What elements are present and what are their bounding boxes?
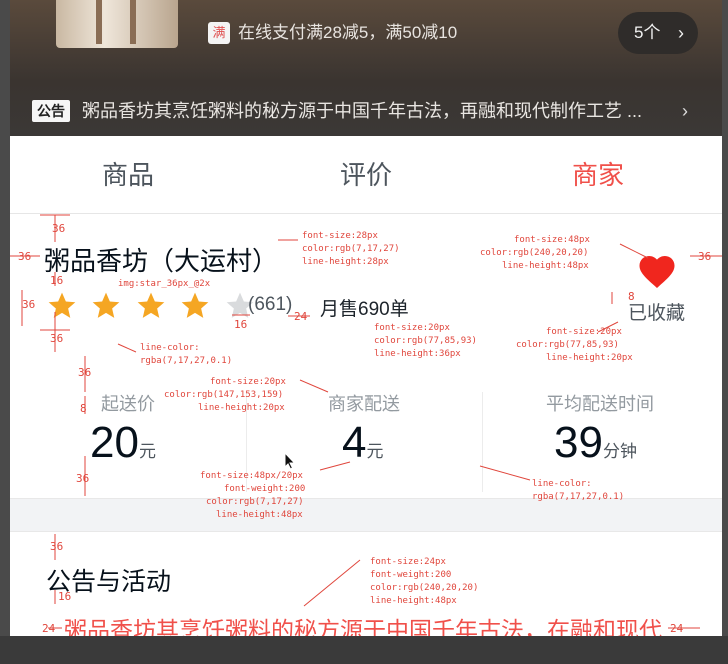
dimension-label: 8 xyxy=(80,402,87,415)
spec-rating: font-size:20px color:rgb(77,85,93) line-he… xyxy=(374,323,477,359)
dimension-label: 36 xyxy=(78,366,92,379)
dimension-label: 36 xyxy=(52,222,66,235)
stat-label: 平均配送时间 xyxy=(546,394,654,414)
stat-value: 20元 xyxy=(90,418,156,467)
promo-count-label: 5个 xyxy=(634,23,661,42)
seller-thumbnail xyxy=(56,0,178,48)
star-on-icon xyxy=(93,292,120,318)
dimension-label: 36 xyxy=(76,472,90,485)
star-on-icon xyxy=(48,292,76,318)
discount-icon: 满 xyxy=(208,22,230,44)
star-on-icon xyxy=(137,292,165,318)
dimension-label: 36 xyxy=(698,250,712,263)
dimension-label: 8 xyxy=(628,290,635,303)
spec-stat-label: font-size:20px color:rgb(147,153,159) line… xyxy=(164,377,286,413)
bottom-frame-bar xyxy=(0,636,728,664)
spec-bulletin: font-size:24px font-weight:200 color:rgb(2… xyxy=(370,557,479,606)
mouse-cursor-icon xyxy=(284,452,296,470)
notice-bar[interactable]: 公告 粥品香坊其烹饪粥料的秘方源于中国千年古法，再融和现代制作工艺 ... › xyxy=(10,86,722,136)
chevron-right-icon: › xyxy=(682,101,688,121)
notice-text: 粥品香坊其烹饪粥料的秘方源于中国千年古法，再融和现代制作工艺 ... xyxy=(82,101,643,121)
monthly-sales: 月售690单 xyxy=(320,299,409,320)
promo-count-button[interactable]: 5个 › xyxy=(618,12,698,54)
dimension-label: 24 xyxy=(42,622,56,635)
spec-line: line-color: rgba(7,17,27,0.1) xyxy=(532,479,625,502)
promo-text: 在线支付满28减5，满50减10 xyxy=(238,23,458,42)
chevron-right-icon: › xyxy=(678,23,684,43)
dimension-label: 36 xyxy=(22,298,36,311)
dimension-label: 16 xyxy=(234,318,248,331)
dimension-label: 16 xyxy=(58,590,72,603)
dimension-label: 36 xyxy=(18,250,32,263)
screenshot-frame: 满 在线支付满28减5，满50减10 5个 › 公告 粥品香坊其烹饪粥料的秘方源… xyxy=(0,0,728,664)
dimension-label: 36 xyxy=(50,332,64,345)
spec-line: line-color: rgba(7,17,27,0.1) xyxy=(140,343,233,366)
star-on-icon xyxy=(182,292,209,318)
seller-header: 满 在线支付满28减5，满50减10 5个 › 公告 粥品香坊其烹饪粥料的秘方源… xyxy=(10,0,722,136)
spec-star: img:star_36px_@2x xyxy=(118,279,211,289)
dimension-label: 24 xyxy=(670,622,684,635)
tab-goods[interactable]: 商品 xyxy=(48,136,208,214)
stat-value: 39分钟 xyxy=(554,418,637,467)
favorite-label[interactable]: 已收藏 xyxy=(628,298,685,325)
notice-badge: 公告 xyxy=(32,100,70,122)
dimension-label: 24 xyxy=(294,310,308,323)
heart-icon[interactable] xyxy=(636,250,678,290)
spec-heart: font-size:48px color:rgb(240,20,20) line-h… xyxy=(480,235,590,271)
spec-favorite: font-size:20px color:rgb(77,85,93) line-he… xyxy=(516,327,633,363)
tab-seller[interactable]: 商家 xyxy=(518,136,678,214)
seller-name: 粥品香坊（大运村） xyxy=(44,246,279,276)
spec-name: font-size:28px color:rgb(7,17,27) line-hei… xyxy=(302,231,400,267)
dimension-label: 16 xyxy=(50,274,64,287)
tab-reviews[interactable]: 评价 xyxy=(286,136,446,214)
rating-count: (661) xyxy=(248,294,293,315)
tab-bar: 商品 评价 商家 xyxy=(10,136,722,214)
rating-stars xyxy=(46,290,264,326)
spec-stat-value: font-size:48px/20px font-weight:200 color:… xyxy=(200,471,306,520)
stat-value: 4元 xyxy=(342,418,384,467)
bulletin-text: 粥品香坊其烹饪粥料的秘方源于中国千年古法，在融和现代 xyxy=(64,617,662,636)
seller-page: 满 在线支付满28减5，满50减10 5个 › 公告 粥品香坊其烹饪粥料的秘方源… xyxy=(10,0,722,636)
dimension-label: 36 xyxy=(50,540,64,553)
